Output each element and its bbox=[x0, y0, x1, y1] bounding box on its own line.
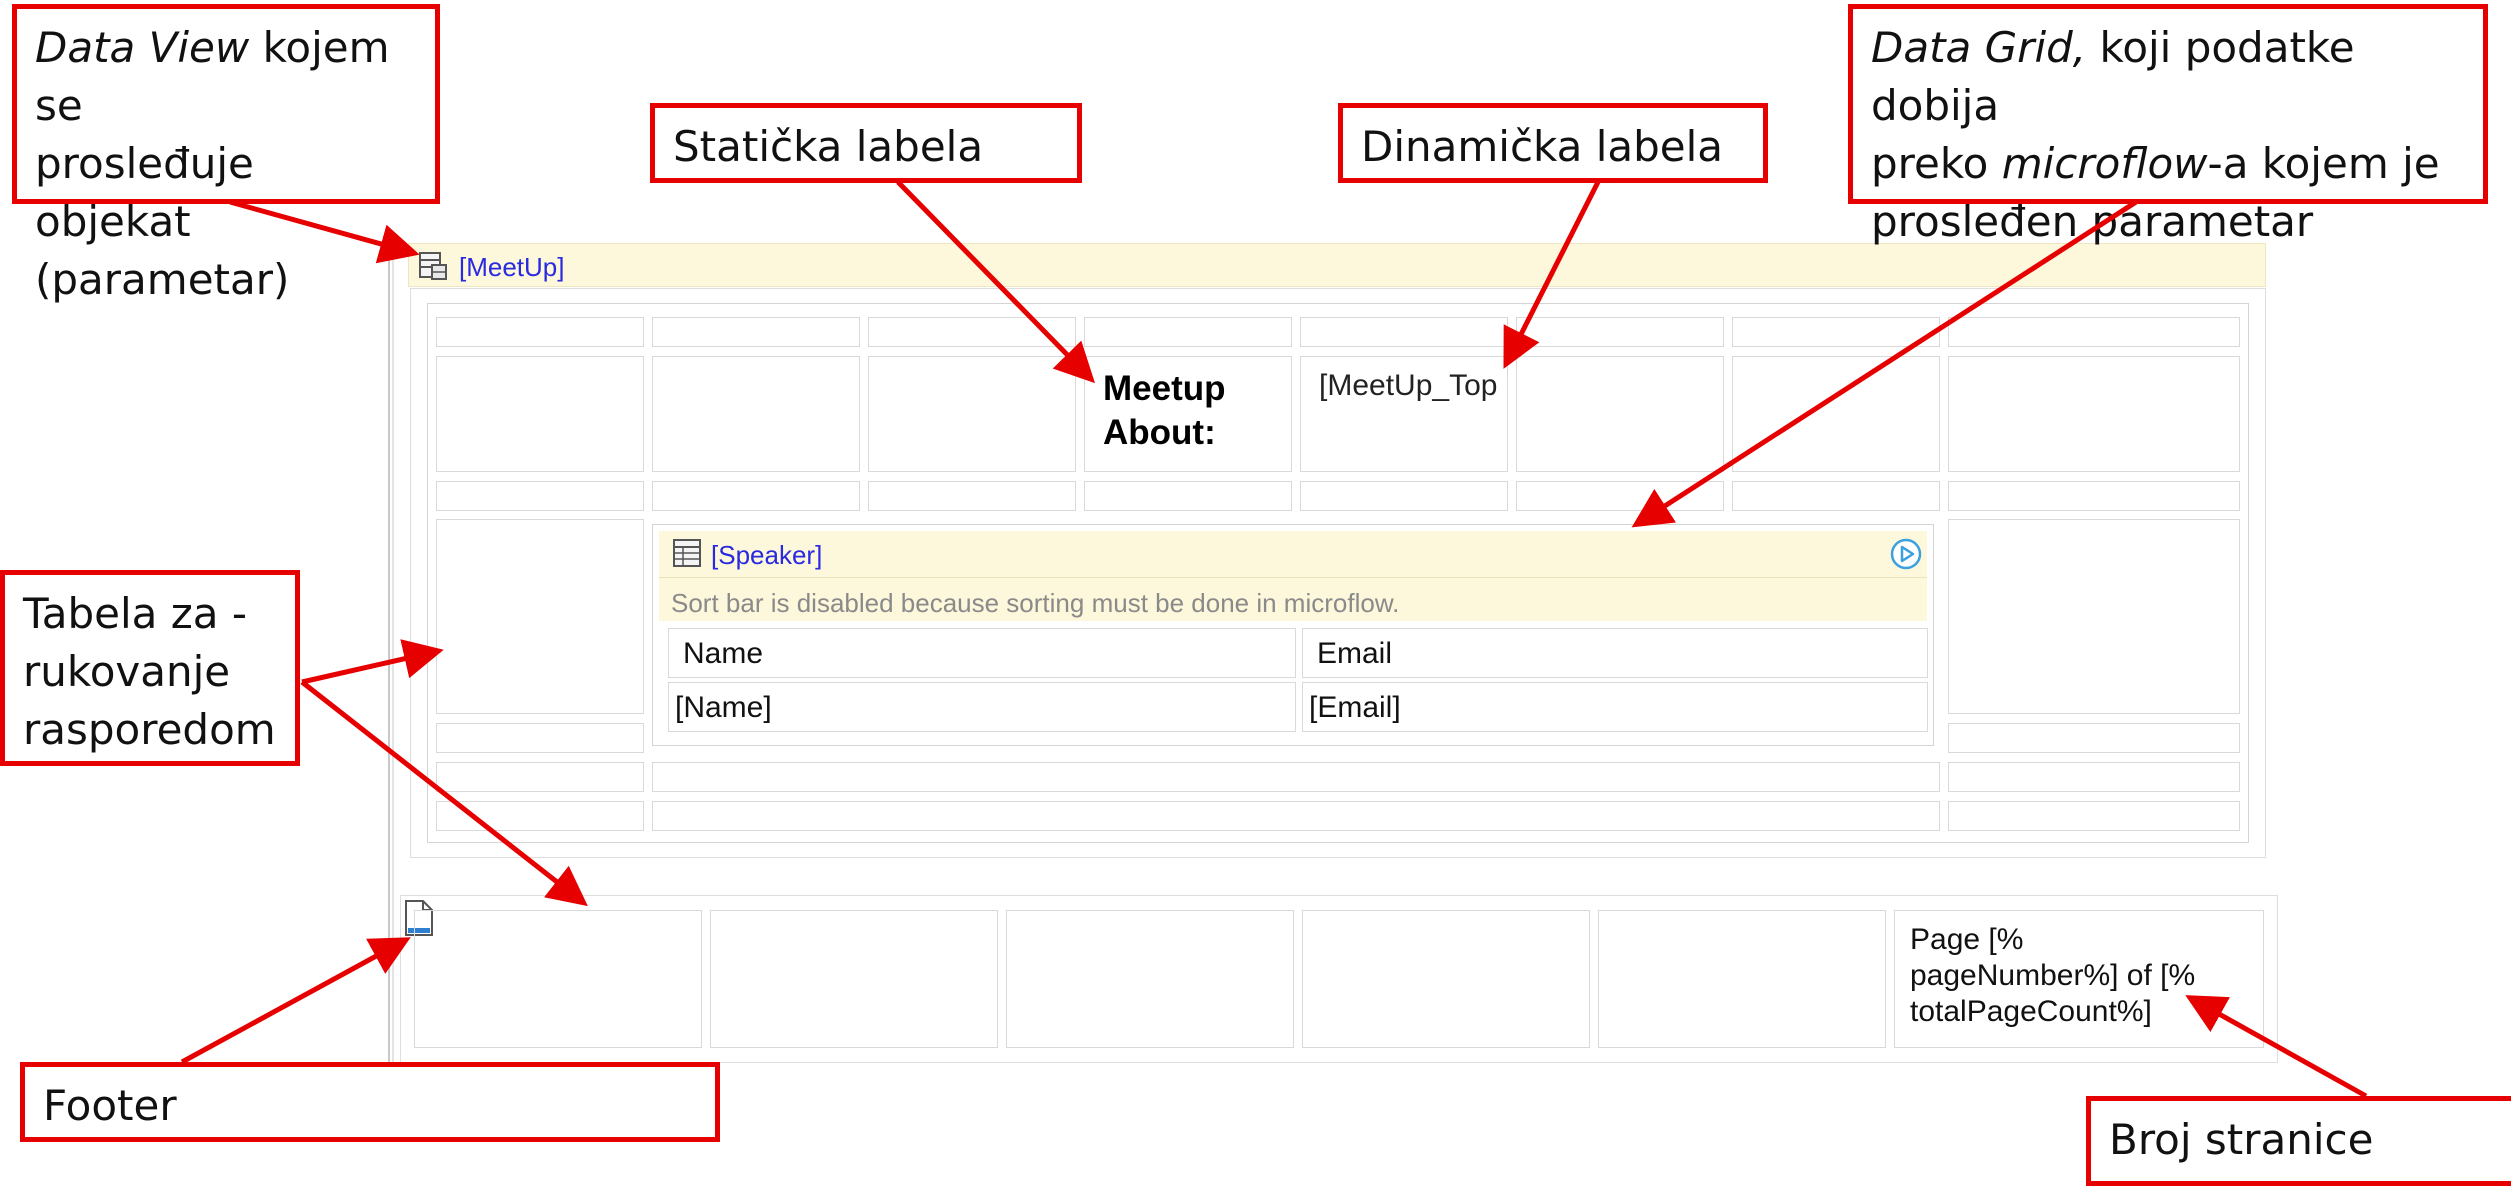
arrow-dataview bbox=[229, 199, 420, 264]
arrow-page-number bbox=[2185, 995, 2368, 1099]
arrow-dynamic-label bbox=[1503, 180, 1601, 369]
arrow-layout-cell bbox=[301, 639, 444, 685]
annotation-arrows bbox=[180, 180, 2368, 1099]
arrow-footer bbox=[180, 937, 411, 1065]
arrow-layout-footer bbox=[300, 680, 588, 907]
arrow-static-label bbox=[896, 180, 1095, 384]
arrow-datagrid bbox=[1631, 199, 2138, 528]
